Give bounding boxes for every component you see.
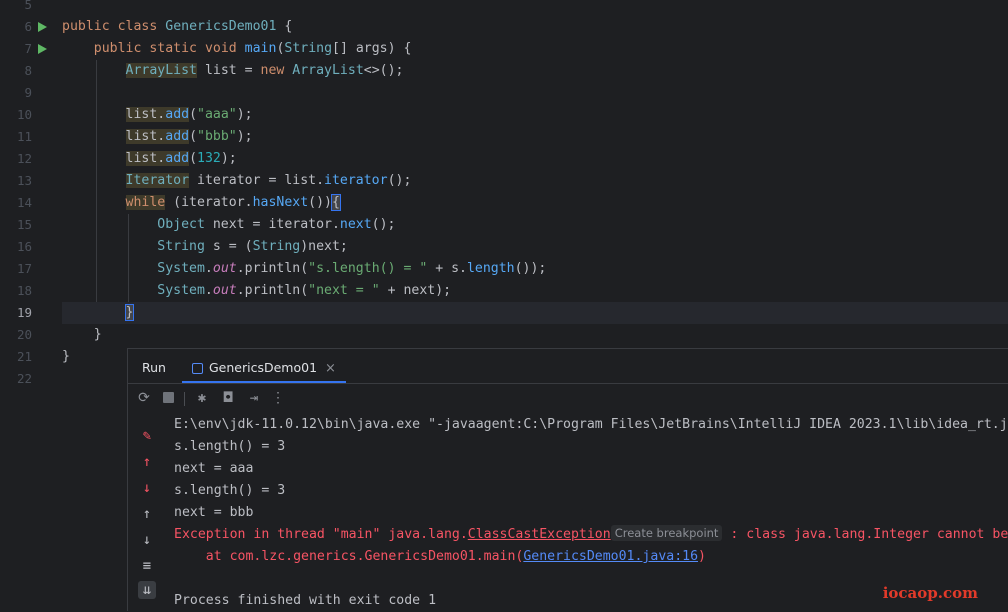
- line-number: 21: [16, 349, 32, 364]
- code-line: System.out.println("s.length() = " + s.l…: [157, 261, 547, 276]
- line-number: 5: [24, 0, 32, 12]
- java-file-icon: [192, 363, 203, 374]
- previous-error-icon[interactable]: ↑: [138, 453, 156, 471]
- up-stack-icon[interactable]: ↑: [138, 505, 156, 523]
- down-stack-icon[interactable]: ↓: [138, 531, 156, 549]
- line-number: 14: [16, 195, 32, 210]
- console-line: next = aaa: [174, 461, 254, 476]
- watermark: iocaop.com: [882, 584, 978, 602]
- console-line: next = bbb: [174, 505, 254, 520]
- line-number: 18: [16, 283, 32, 298]
- code-line: public static void main(String[] args) {: [93, 41, 412, 56]
- run-tabbar: Run GenericsDemo01 ×: [128, 349, 1008, 384]
- exit-icon[interactable]: ⇥: [246, 390, 262, 406]
- run-toolbar: ⟳ ✱ ◘ ⇥ ⋮: [128, 384, 1008, 412]
- clear-icon[interactable]: ✎: [138, 427, 156, 445]
- line-number-current: 19: [16, 305, 32, 320]
- code-line: list.add("bbb");: [125, 129, 253, 144]
- create-breakpoint-button[interactable]: Create breakpoint: [610, 525, 723, 541]
- console-error-line: Exception in thread "main" java.lang.Cla…: [174, 525, 1008, 542]
- source-link[interactable]: GenericsDemo01.java:16: [523, 549, 698, 564]
- debug-icon[interactable]: ✱: [194, 390, 210, 406]
- run-main-icon[interactable]: [38, 44, 47, 54]
- soft-wrap-icon[interactable]: ≡: [138, 557, 156, 575]
- tab-label: GenericsDemo01: [209, 360, 318, 375]
- code-line: Iterator iterator = list.iterator();: [125, 173, 412, 188]
- code-line: ArrayList list = new ArrayList<>();: [125, 63, 404, 78]
- code-line-current: }: [62, 302, 1008, 324]
- scroll-to-end-icon[interactable]: ⇊: [138, 581, 156, 599]
- console-line: s.length() = 3: [174, 483, 286, 498]
- rerun-icon[interactable]: ⟳: [136, 390, 152, 406]
- run-class-icon[interactable]: [38, 22, 47, 32]
- line-number: 13: [16, 173, 32, 188]
- exception-class-link[interactable]: ClassCastException: [468, 527, 611, 542]
- code-line: list.add("aaa");: [125, 107, 253, 122]
- line-number: 15: [16, 217, 32, 232]
- code-line: }: [93, 327, 102, 342]
- line-number: 7: [24, 41, 32, 56]
- line-number: 10: [16, 107, 32, 122]
- code-line: System.out.println("next = " + next);: [157, 283, 452, 298]
- line-number-gutter: 5 6 7 8 9 10 11 12 13 14 15 16 17 18 19 …: [0, 0, 62, 610]
- code-line: public class GenericsDemo01 {: [62, 19, 293, 34]
- console-stacktrace-line: at com.lzc.generics.GenericsDemo01.main(…: [174, 549, 706, 564]
- console-output[interactable]: E:\env\jdk-11.0.12\bin\java.exe "-javaag…: [174, 415, 1008, 611]
- stop-icon[interactable]: [160, 390, 176, 406]
- console-line: Process finished with exit code 1: [174, 593, 437, 608]
- line-number: 11: [16, 129, 32, 144]
- line-number: 9: [24, 85, 32, 100]
- line-number: 17: [16, 261, 32, 276]
- console-line: E:\env\jdk-11.0.12\bin\java.exe "-javaag…: [174, 417, 1008, 432]
- run-tool-window: Run GenericsDemo01 × ⟳ ✱ ◘ ⇥ ⋮ ✎ ↑ ↓ ↑ ↓ …: [127, 348, 1008, 611]
- next-error-icon[interactable]: ↓: [138, 479, 156, 497]
- close-icon[interactable]: ×: [325, 361, 336, 376]
- console-line: s.length() = 3: [174, 439, 286, 454]
- tab-genericsdemo01[interactable]: GenericsDemo01 ×: [182, 349, 346, 383]
- code-line: Object next = iterator.next();: [157, 217, 396, 232]
- tab-run-title: Run: [142, 360, 166, 375]
- line-number: 8: [24, 63, 32, 78]
- code-line: String s = (String)next;: [157, 239, 348, 254]
- code-line: while (iterator.hasNext()){: [125, 194, 341, 211]
- line-number: 16: [16, 239, 32, 254]
- code-line: list.add(132);: [125, 151, 237, 166]
- line-number: 22: [16, 371, 32, 386]
- line-number: 6: [24, 19, 32, 34]
- line-number: 12: [16, 151, 32, 166]
- camera-icon[interactable]: ◘: [220, 390, 236, 406]
- line-number: 20: [16, 327, 32, 342]
- more-options-icon[interactable]: ⋮: [270, 390, 286, 406]
